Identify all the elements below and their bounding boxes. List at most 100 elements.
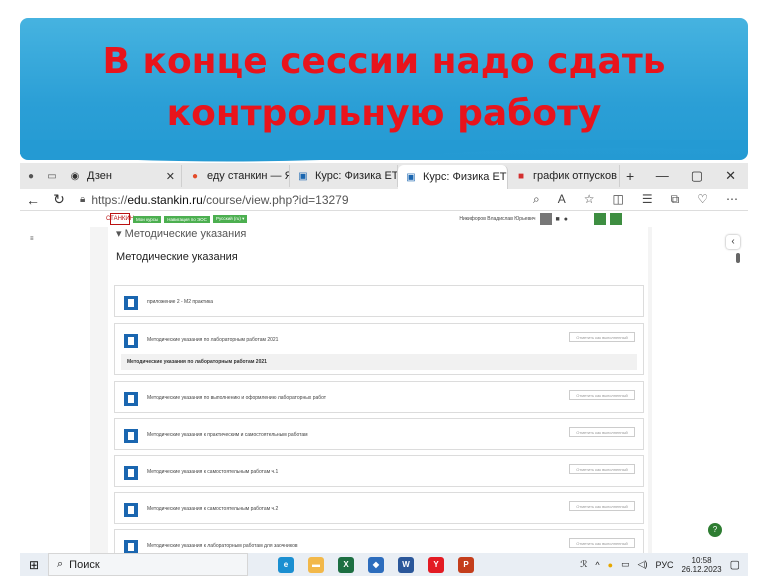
- right-panel: [652, 211, 748, 553]
- favorites-list-icon[interactable]: ☰: [642, 192, 653, 207]
- taskbar-search[interactable]: ⌕ Поиск: [48, 553, 248, 576]
- item-label[interactable]: Методические указания по выполнению и оф…: [147, 395, 326, 401]
- list-item[interactable]: Методические указания к самостоятельным …: [114, 455, 644, 487]
- favorite-star-icon[interactable]: ☆: [584, 192, 595, 207]
- mark-done-button[interactable]: Отметить как выполненный: [569, 538, 635, 548]
- user-menu[interactable]: Никифоров Владислав Юрьевич ■ ●: [459, 213, 652, 225]
- excel-icon[interactable]: X: [338, 556, 354, 573]
- people-icon[interactable]: ℛ: [580, 559, 587, 570]
- drawer-menu-icon[interactable]: ≡: [30, 236, 34, 242]
- file-icon: [124, 503, 138, 517]
- word-icon[interactable]: W: [398, 556, 414, 573]
- powerpoint-icon[interactable]: P: [458, 556, 474, 573]
- item-label[interactable]: Методические указания к лабораторным раб…: [147, 543, 298, 549]
- tab-course-1[interactable]: ▣ Курс: Физика ЕТК ✕: [290, 165, 398, 187]
- tab-dzen[interactable]: ◉ Дзен ✕: [62, 165, 182, 187]
- avatar[interactable]: [539, 213, 552, 225]
- start-button[interactable]: ⊞: [20, 558, 48, 572]
- split-screen-icon[interactable]: ◫: [613, 192, 624, 207]
- back-arrow-icon[interactable]: ←: [20, 192, 46, 208]
- volume-icon[interactable]: ◁): [638, 559, 648, 570]
- list-item[interactable]: Методические указания по лабораторным ра…: [114, 323, 644, 375]
- item-label[interactable]: Методические указания к самостоятельным …: [147, 506, 278, 512]
- edit-mode-icon[interactable]: [594, 213, 606, 225]
- mark-done-button[interactable]: Отметить как выполненный: [569, 427, 635, 437]
- tab-label: график отпусков: [533, 170, 617, 182]
- store-icon[interactable]: ◆: [368, 556, 384, 573]
- list-item[interactable]: приложение 2 - М2 практика: [114, 285, 644, 317]
- mark-done-button[interactable]: Отметить как выполненный: [569, 464, 635, 474]
- yandex-browser-icon[interactable]: Y: [428, 556, 444, 573]
- notifications-icon[interactable]: ●: [564, 216, 568, 223]
- tab-yandex[interactable]: ● еду станкин — Я ✕: [182, 165, 290, 187]
- tab-label: Курс: Физика ЕТК: [423, 171, 508, 183]
- tab-actions-icon[interactable]: ▭: [42, 169, 62, 183]
- tray-app-icon[interactable]: ●: [608, 560, 613, 570]
- item-label[interactable]: приложение 2 - М2 практика: [147, 299, 213, 305]
- moodle-icon: ▣: [406, 171, 416, 183]
- lock-icon: 🔒︎: [80, 194, 86, 205]
- web-page: ≡ СТАНКИН Мои курсы Навигация по ЭОС Рус…: [20, 211, 748, 561]
- tab-pdf[interactable]: ■ график отпусков ✕: [508, 165, 620, 187]
- site-logo[interactable]: СТАНКИН: [106, 213, 134, 225]
- new-tab-button[interactable]: +: [620, 168, 634, 184]
- minimize-button[interactable]: —: [656, 168, 669, 184]
- chevron-up-icon[interactable]: ^: [595, 560, 599, 570]
- collections-icon[interactable]: ⧉: [671, 192, 680, 207]
- tab-label: еду станкин — Я: [207, 170, 290, 182]
- section-header[interactable]: ▾ Методические указания: [116, 227, 246, 240]
- mark-done-button[interactable]: Отметить как выполненный: [569, 390, 635, 400]
- url-field[interactable]: 🔒︎ https://edu.stankin.ru/course/view.ph…: [80, 193, 349, 207]
- maximize-button[interactable]: ▢: [691, 168, 703, 184]
- item-label[interactable]: Методические указания по лабораторным ра…: [147, 337, 278, 343]
- clock[interactable]: 10:58 26.12.2023: [682, 556, 722, 574]
- item-label[interactable]: Методические указания к практическим и с…: [147, 432, 308, 438]
- profile-icon[interactable]: ●: [20, 169, 42, 183]
- more-menu-icon[interactable]: ⋯: [726, 192, 738, 207]
- site-navbar: СТАНКИН Мои курсы Навигация по ЭОС Русск…: [90, 211, 652, 227]
- reload-icon[interactable]: ↻: [46, 191, 72, 208]
- messages-icon[interactable]: ■: [556, 216, 560, 223]
- list-item[interactable]: Методические указания к практическим и с…: [114, 418, 644, 450]
- edge-icon[interactable]: e: [278, 556, 294, 573]
- help-icon[interactable]: ?: [708, 523, 722, 537]
- window-controls: — ▢ ✕: [656, 168, 748, 184]
- list-item[interactable]: Методические указания по выполнению и оф…: [114, 381, 644, 413]
- address-bar: ← ↻ 🔒︎ https://edu.stankin.ru/course/vie…: [20, 189, 748, 211]
- browser-essentials-icon[interactable]: ♡: [697, 192, 708, 207]
- zoom-icon[interactable]: ⌕: [533, 192, 540, 207]
- collapse-drawer-icon[interactable]: ‹: [726, 235, 740, 249]
- close-window-button[interactable]: ✕: [725, 168, 736, 184]
- file-icon: [124, 429, 138, 443]
- close-icon[interactable]: ✕: [166, 170, 175, 183]
- course-content: ▾ Методические указания Методические ука…: [108, 227, 648, 561]
- url-host: edu.stankin.ru: [127, 192, 203, 207]
- url-path: /course/view.php?id=13279: [202, 192, 349, 207]
- network-icon[interactable]: ▭: [621, 559, 630, 570]
- read-aloud-icon[interactable]: A: [558, 192, 566, 207]
- tab-label: Дзен: [87, 170, 112, 182]
- mark-done-button[interactable]: Отметить как выполненный: [569, 501, 635, 511]
- toggle-icon[interactable]: [610, 213, 622, 225]
- navigation-button[interactable]: Навигация по ЭОС: [164, 215, 210, 223]
- scrollbar-thumb[interactable]: [736, 253, 740, 263]
- search-icon: ⌕: [57, 558, 64, 570]
- notifications-center-icon[interactable]: ▢: [730, 558, 740, 571]
- my-courses-button[interactable]: Мои курсы: [133, 215, 162, 223]
- pdf-icon: ■: [517, 170, 525, 182]
- language-button[interactable]: Русский (ru) ▾: [212, 215, 248, 223]
- file-explorer-icon[interactable]: ▬: [308, 556, 324, 573]
- yandex-icon: ●: [191, 170, 199, 182]
- clock-date: 26.12.2023: [681, 564, 722, 574]
- browser-screenshot: ● ▭ ◉ Дзен ✕ ● еду станкин — Я ✕ ▣ Курс:…: [20, 163, 748, 576]
- language-indicator[interactable]: РУС: [656, 560, 674, 570]
- item-description: Методические указания по лабораторным ра…: [121, 354, 637, 370]
- tab-bar: ● ▭ ◉ Дзен ✕ ● еду станкин — Я ✕ ▣ Курс:…: [20, 163, 748, 189]
- tab-course-active[interactable]: ▣ Курс: Физика ЕТК ✕: [398, 165, 508, 189]
- list-item[interactable]: Методические указания к самостоятельным …: [114, 492, 644, 524]
- globe-icon: ◉: [70, 170, 80, 182]
- file-icon: [124, 296, 138, 310]
- mark-done-button[interactable]: Отметить как выполненный: [569, 332, 635, 342]
- item-label[interactable]: Методические указания к самостоятельным …: [147, 469, 278, 475]
- section-title: Методические указания: [116, 251, 238, 263]
